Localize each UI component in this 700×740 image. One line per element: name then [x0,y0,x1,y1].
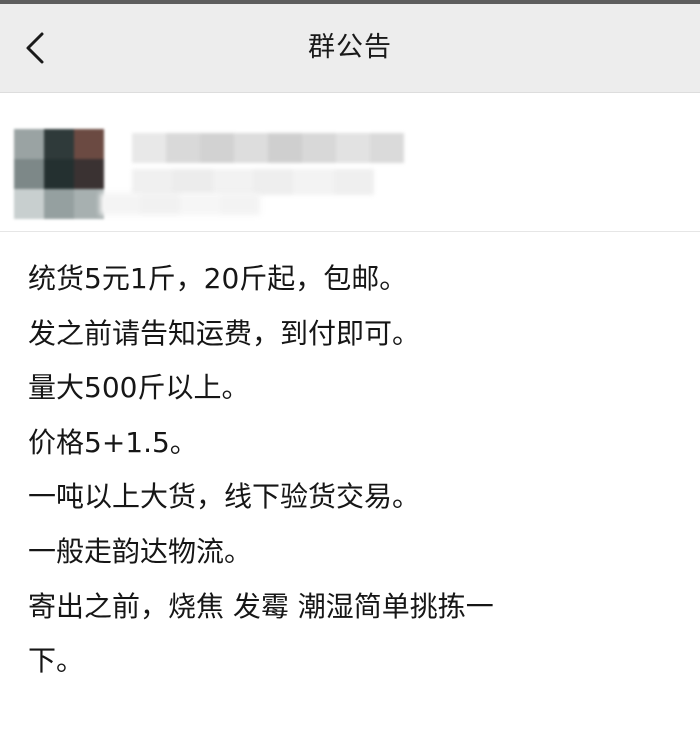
announcement-line: 量大500斤以上。 [28,371,250,405]
announcement-line: 发之前请告知运费，到付即可。 [28,316,421,350]
author-name-redacted [132,133,404,163]
announcement-line: 统货5元1斤，20斤起，包邮。 [28,262,408,295]
navigation-bar: 群公告 [0,4,700,93]
announcement-line: 价格5+1.5。 [28,425,198,459]
post-time-redacted [132,169,374,195]
announcement-line: 一般走韵达物流。 [28,534,253,568]
announcement-line: 寄出之前，烧焦 发霉 潮湿简单挑拣一 [28,589,494,623]
page-title: 群公告 [308,32,392,63]
announcement-author [0,93,700,231]
announcement-line: 下。 [28,644,85,678]
announcement-content: 统货5元1斤，20斤起，包邮。 发之前请告知运费，到付即可。 量大500斤以上。… [28,252,678,689]
announcement-line: 一吨以上大货，线下验货交易。 [28,480,421,514]
avatar[interactable] [14,129,104,219]
announcement-screen: 群公告 统货5元1斤，20斤起，包邮。 发之前请告知运费，到付即可。 量大500… [0,0,700,740]
divider [0,231,700,232]
redaction-smear [100,193,260,215]
